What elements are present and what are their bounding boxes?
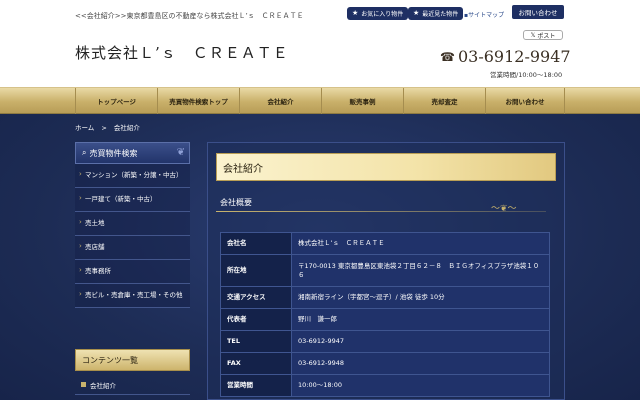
x-post-button[interactable]: 𝕏 ポスト [523,30,563,40]
site-logo[interactable]: 株式会社Ｌ’ｓ ＣＲＥＡＴＥ [75,42,289,63]
company-info-table: 会社名 株式会社Ｌ’ｓ ＣＲＥＡＴＥ 所在地 〒170-0013 東京都豊島区東… [220,232,550,397]
table-key: 交通アクセス [220,286,292,309]
main-area: ホーム > 会社紹介 ⌕ 売買物件検索 ❦ マンション（新築・分譲・中古） 一戸… [0,114,640,400]
section-divider [216,211,546,212]
star-icon: ★ [413,9,420,17]
star-icon: ★ [352,9,359,17]
header-tagline: <<会社紹介>>東京都豊島区の不動産なら株式会社Ｌ’ｓ ＣＲＥＡＴＥ [75,12,304,20]
nav-item-contact[interactable]: お問い合わせ [485,88,565,114]
post-label: ポスト [537,32,556,40]
page-title: 会社紹介 [216,153,556,181]
table-value: 野川 謙一郎 [291,308,550,331]
table-row: 代表者 野川 謙一郎 [220,308,550,331]
favorites-label: お気に入り物件 [361,10,404,18]
header-contact-button[interactable]: お問い合わせ [512,5,564,19]
phone-number: ☎ 03-6912-9947 [440,47,571,66]
table-value: 03-6912-9947 [291,330,550,353]
table-row: 営業時間 10:00〜18:00 [220,374,550,397]
section-heading: 会社概要 [220,198,252,207]
nav-item-sales-cases[interactable]: 販売事例 [321,88,403,114]
content-panel: 会社紹介 会社概要 ～❦～ 会社名 株式会社Ｌ’ｓ ＣＲＥＡＴＥ 所在地 〒17… [207,142,565,400]
table-key: FAX [220,352,292,375]
table-key: 会社名 [220,232,292,255]
breadcrumb: ホーム > 会社紹介 [75,122,140,132]
table-key: 営業時間 [220,374,292,397]
nav-item-company[interactable]: 会社紹介 [239,88,321,114]
square-bullet-icon [81,382,86,387]
breadcrumb-current: 会社紹介 [113,124,140,132]
site-header: <<会社紹介>>東京都豊島区の不動産なら株式会社Ｌ’ｓ ＣＲＥＡＴＥ 株式会社Ｌ… [0,0,640,87]
sidebar-item-office[interactable]: 売事務所 [75,260,190,284]
sidebar-item-store[interactable]: 売店舗 [75,236,190,260]
table-row: FAX 03-6912-9948 [220,352,550,375]
table-value: 株式会社Ｌ’ｓ ＣＲＥＡＴＥ [291,232,550,255]
table-row: TEL 03-6912-9947 [220,330,550,353]
sidebar-search-heading: ⌕ 売買物件検索 ❦ [75,142,190,164]
table-key: TEL [220,330,292,353]
sidebar-search-list: マンション（新築・分譲・中古） 一戸建て（新築・中古） 売土地 売店舗 売事務所… [75,164,190,308]
table-value: 〒170-0013 東京都豊島区東池袋２丁目６２－８ ＢＩＧオフィスプラザ池袋１… [291,254,550,287]
global-nav: トップページ 売買物件検索トップ 会社紹介 販売事例 売却査定 お問い合わせ [0,87,640,114]
phone-icon: ☎ [440,49,455,64]
recent-button[interactable]: ★ 最近見た物件 [408,6,464,20]
ornament-icon: ～❦～ [491,204,517,214]
table-row: 交通アクセス 湘南新宿ライン（宇都宮〜逗子）/ 池袋 徒歩 10分 [220,286,550,309]
sidebar-item-building[interactable]: 売ビル・売倉庫・売工場・その他 [75,284,190,308]
nav-item-top[interactable]: トップページ [75,88,157,114]
sidebar-item-house[interactable]: 一戸建て（新築・中古） [75,188,190,212]
table-key: 所在地 [220,254,292,287]
nav-item-appraisal[interactable]: 売却査定 [403,88,485,114]
business-hours: 営業時間/10:00〜18:00 [490,71,563,79]
breadcrumb-home[interactable]: ホーム [75,124,94,132]
sidebar-heading-label: 売買物件検索 [89,148,138,158]
ornament-icon: ❦ [176,147,185,158]
sidebar-contents-heading: コンテンツ一覧 [75,349,190,371]
x-logo-icon: 𝕏 [530,31,536,39]
sidebar-item-company[interactable]: 会社紹介 [75,375,190,395]
sidebar-item-land[interactable]: 売土地 [75,212,190,236]
table-key: 代表者 [220,308,292,331]
sidebar-item-company-label: 会社紹介 [90,381,116,390]
sidebar-item-mansion[interactable]: マンション（新築・分譲・中古） [75,164,190,188]
table-row: 所在地 〒170-0013 東京都豊島区東池袋２丁目６２－８ ＢＩＧオフィスプラ… [220,254,550,287]
favorites-button[interactable]: ★ お気に入り物件 [347,6,409,20]
sitemap-label: サイトマップ [468,12,505,19]
nav-item-search-top[interactable]: 売買物件検索トップ [157,88,239,114]
phone-text: 03-6912-9947 [457,47,571,66]
sitemap-link[interactable]: ▪サイトマップ [464,10,504,19]
table-row: 会社名 株式会社Ｌ’ｓ ＣＲＥＡＴＥ [220,232,550,255]
table-value: 湘南新宿ライン（宇都宮〜逗子）/ 池袋 徒歩 10分 [291,286,550,309]
recent-label: 最近見た物件 [422,10,459,18]
table-value: 10:00〜18:00 [291,374,550,397]
table-value: 03-6912-9948 [291,352,550,375]
search-icon: ⌕ [82,148,87,157]
breadcrumb-separator: > [101,124,107,132]
